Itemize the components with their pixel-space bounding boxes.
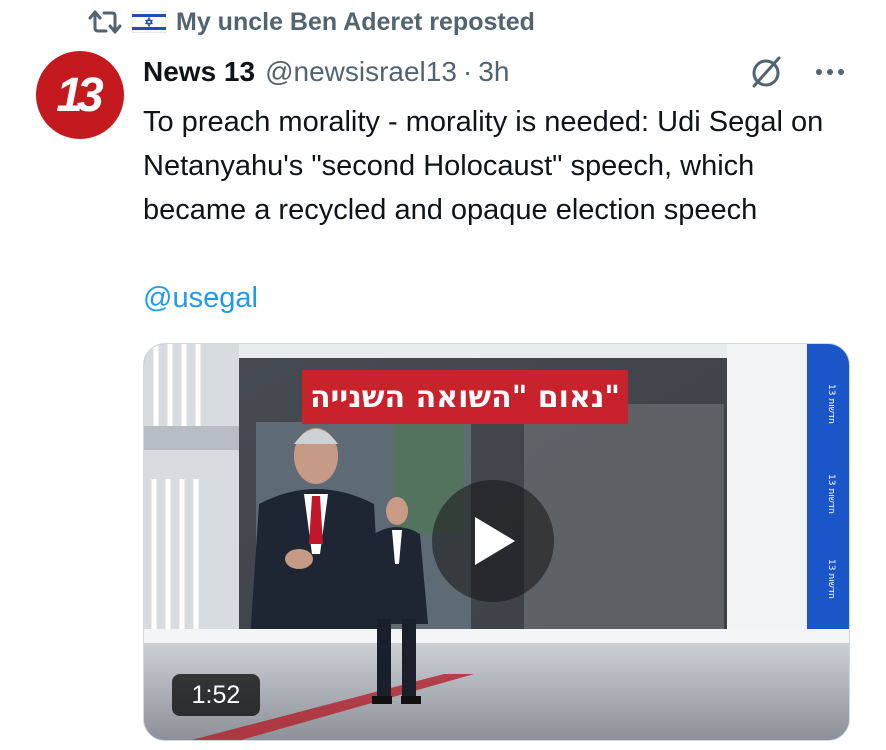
repost-label: My uncle Ben Aderet reposted bbox=[176, 7, 535, 36]
israel-flag-icon bbox=[132, 11, 166, 33]
video-banner: נאום "השואה השנייה" bbox=[302, 370, 628, 424]
tweet-header: News 13 @newsisrael13 · 3h bbox=[143, 54, 509, 90]
avatar-logo-text: 13 bbox=[56, 68, 103, 122]
author-name[interactable]: News 13 bbox=[143, 56, 255, 88]
tweet-text: To preach morality - morality is needed:… bbox=[143, 106, 824, 226]
author-handle[interactable]: @newsisrael13 bbox=[265, 56, 457, 88]
side-logo-3: חדשות 13 bbox=[826, 559, 836, 599]
side-logo-1: חדשות 13 bbox=[826, 384, 836, 424]
grok-icon[interactable] bbox=[748, 54, 784, 90]
tweet-time[interactable]: 3h bbox=[478, 56, 509, 88]
video-duration: 1:52 bbox=[172, 674, 260, 716]
more-options-icon[interactable] bbox=[810, 60, 850, 84]
video-player[interactable]: חדשות 13 חדשות 13 חדשות 13 נאום "השואה ה… bbox=[143, 343, 850, 741]
repost-indicator[interactable]: My uncle Ben Aderet reposted bbox=[88, 4, 535, 40]
repost-icon bbox=[88, 10, 122, 34]
separator-dot: · bbox=[462, 56, 473, 87]
mention-link[interactable]: @usegal bbox=[143, 276, 258, 320]
side-logo-2: חדשות 13 bbox=[826, 474, 836, 514]
play-icon bbox=[475, 517, 515, 565]
avatar[interactable]: 13 bbox=[36, 51, 124, 139]
play-button[interactable] bbox=[432, 480, 554, 602]
